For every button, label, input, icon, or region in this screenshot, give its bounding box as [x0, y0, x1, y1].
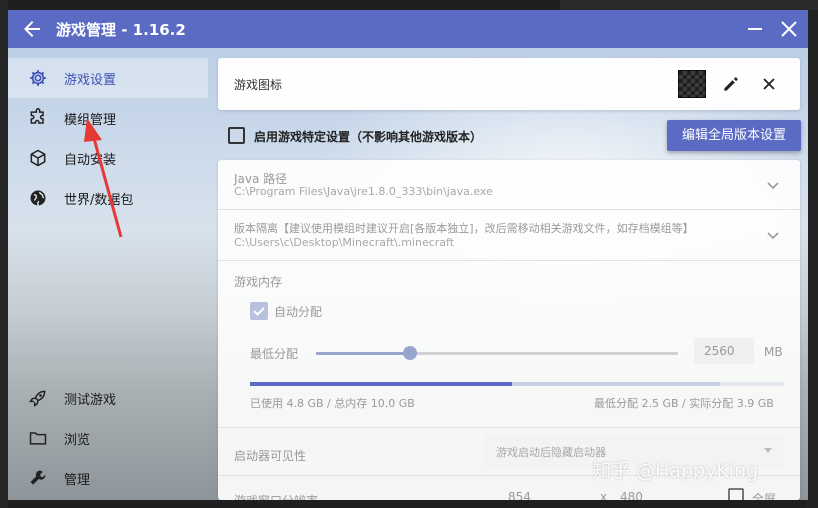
globe-icon — [30, 190, 46, 206]
minimize-icon[interactable] — [744, 18, 766, 40]
folder-icon — [29, 432, 47, 445]
edit-global-settings-button[interactable]: 编辑全局版本设置 — [667, 120, 801, 151]
sidebar-item-label: 模组管理 — [64, 113, 117, 128]
gear-icon — [30, 70, 46, 86]
main-content: 游戏图标 启用游戏特定设置（不影响其他游戏版本） 编辑全局版本设置 Java 路… — [218, 58, 801, 500]
sidebar-item-manage[interactable]: 管理 — [8, 458, 208, 498]
launcher-visibility-label: 启动器可见性 — [234, 449, 307, 463]
pencil-icon[interactable] — [721, 74, 741, 94]
fullscreen-label: 全屏 — [752, 492, 777, 500]
sidebar-item-label: 管理 — [64, 473, 91, 488]
chevron-down-icon[interactable] — [765, 227, 781, 243]
title-bar: 游戏管理 - 1.16.2 — [8, 10, 808, 48]
memory-used-text: 已使用 4.8 GB / 总内存 10.0 GB — [250, 397, 415, 410]
game-icon-label: 游戏图标 — [234, 78, 283, 92]
window-title: 游戏管理 - 1.16.2 — [56, 21, 186, 39]
specific-settings-toggle[interactable]: 启用游戏特定设置（不影响其他游戏版本） — [228, 126, 668, 146]
sidebar-item-label: 世界/数据包 — [64, 193, 134, 208]
version-isolation-title: 版本隔离【建议使用模组时建议开启[各版本独立]，改后需移动相关游戏文件，如存档模… — [234, 222, 694, 235]
memory-used-bar — [250, 382, 512, 386]
memory-title: 游戏内存 — [234, 275, 283, 289]
settings-card: Java 路径 C:\Program Files\Java\jre1.8.0_3… — [218, 160, 800, 500]
launcher-visibility-value: 游戏启动后隐藏启动器 — [496, 446, 606, 459]
resolution-separator: x — [600, 490, 608, 500]
java-path-row[interactable]: Java 路径 C:\Program Files\Java\jre1.8.0_3… — [218, 160, 800, 210]
background-editor-left — [0, 0, 8, 508]
resolution-label: 游戏窗口分辨率 — [234, 492, 318, 500]
wrench-icon — [30, 470, 46, 485]
sidebar-item-auto-install[interactable]: 自动安装 — [8, 138, 208, 178]
memory-slider-thumb[interactable] — [403, 346, 418, 360]
sidebar-item-label: 游戏设置 — [64, 73, 117, 88]
caret-down-icon — [764, 448, 772, 453]
package-icon — [30, 149, 46, 167]
min-allocation-label: 最低分配 — [250, 347, 299, 361]
resolution-width[interactable]: 854 — [508, 490, 531, 500]
memory-alloc-bar — [511, 382, 720, 386]
sidebar: 游戏设置 模组管理 自动安装 世界/数据包 测试游戏 浏览 管理 — [8, 48, 208, 500]
block-icon — [678, 70, 706, 98]
version-isolation-row[interactable]: 版本隔离【建议使用模组时建议开启[各版本独立]，改后需移动相关游戏文件，如存档模… — [218, 210, 800, 261]
memory-unit: MB — [764, 345, 783, 359]
specific-settings-label: 启用游戏特定设置（不影响其他游戏版本） — [254, 130, 483, 144]
sidebar-item-mod-management[interactable]: 模组管理 — [8, 98, 208, 138]
sidebar-item-game-settings[interactable]: 游戏设置 — [8, 58, 208, 98]
game-icon-card: 游戏图标 — [218, 58, 800, 110]
close-icon[interactable] — [778, 18, 800, 40]
sidebar-item-label: 自动安装 — [64, 153, 117, 168]
memory-usage-bar — [250, 382, 784, 386]
sidebar-item-browse[interactable]: 浏览 — [8, 418, 208, 458]
auto-allocate-checkbox[interactable] — [250, 302, 268, 320]
java-path-value: C:\Program Files\Java\jre1.8.0_333\bin\j… — [234, 185, 493, 198]
version-isolation-path: C:\Users\c\Desktop\Minecraft\.minecraft — [234, 236, 455, 249]
chevron-down-icon[interactable] — [765, 177, 781, 193]
rocket-icon — [29, 390, 46, 407]
back-arrow-icon[interactable] — [20, 17, 44, 41]
checkmark-icon — [253, 307, 265, 316]
launcher-window: 游戏管理 - 1.16.2 游戏设置 模组管理 自动安装 世界/数据包 测试游戏… — [8, 10, 808, 500]
sidebar-item-label: 测试游戏 — [64, 393, 117, 408]
specific-settings-checkbox[interactable] — [228, 127, 245, 144]
memory-slider[interactable] — [316, 346, 678, 360]
close-icon[interactable] — [759, 74, 779, 94]
sidebar-item-test-game[interactable]: 测试游戏 — [8, 378, 208, 418]
watermark: 知乎 @HappyKing — [592, 460, 759, 482]
fullscreen-checkbox[interactable] — [728, 488, 744, 500]
memory-slider-fill — [316, 352, 411, 355]
screenshot-frame: 游戏管理 - 1.16.2 游戏设置 模组管理 自动安装 世界/数据包 测试游戏… — [0, 0, 818, 508]
memory-input[interactable] — [694, 338, 754, 364]
puzzle-icon — [30, 108, 44, 124]
sidebar-item-worlds-datapacks[interactable]: 世界/数据包 — [8, 178, 208, 218]
sidebar-item-label: 浏览 — [64, 433, 91, 448]
background-editor-top — [560, 0, 818, 10]
auto-allocate-label: 自动分配 — [274, 305, 323, 319]
resolution-height[interactable]: 480 — [620, 490, 643, 500]
memory-alloc-text: 最低分配 2.5 GB / 实际分配 3.9 GB — [594, 397, 774, 410]
